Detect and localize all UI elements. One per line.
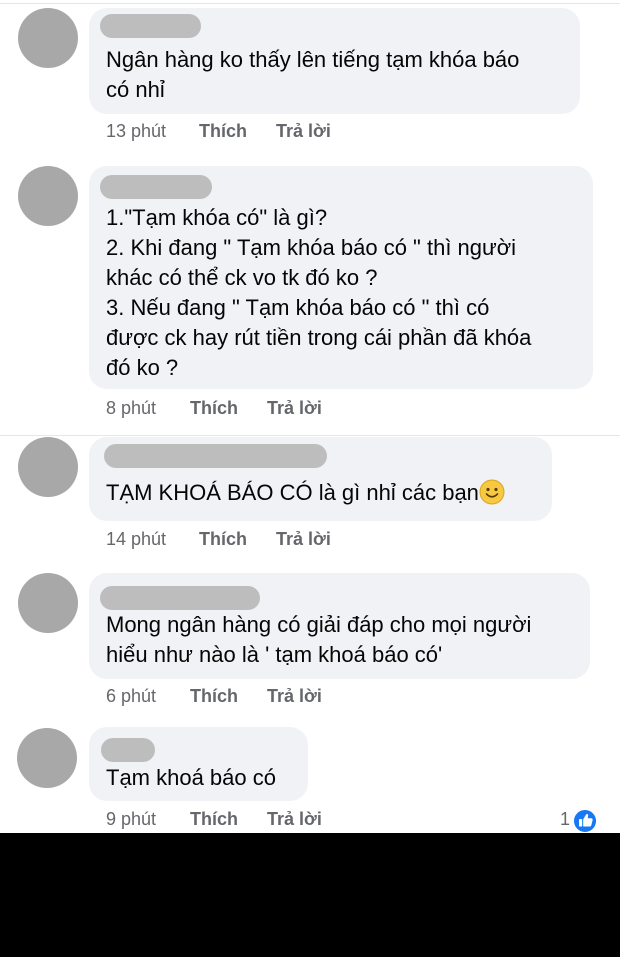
avatar[interactable]: [18, 437, 78, 497]
comment-bubble: Mong ngân hàng có giải đáp cho mọi người…: [89, 573, 590, 679]
comment-time: 6 phút: [106, 686, 157, 706]
comment-bubble: Ngân hàng ko thấy lên tiếng tạm khóa báo…: [89, 8, 580, 114]
avatar[interactable]: [18, 573, 78, 633]
commenter-name-redacted[interactable]: [101, 738, 155, 762]
commenter-name-redacted[interactable]: [100, 14, 201, 38]
comment-time: 9 phút: [106, 809, 157, 829]
reply-button[interactable]: Trả lời: [267, 809, 322, 830]
comment-bubble: TẠM KHOÁ BÁO CÓ là gì nhỉ các bạn: [89, 437, 552, 521]
like-thumbs-up-icon: [572, 808, 598, 833]
avatar[interactable]: [18, 166, 78, 226]
like-button[interactable]: Thích: [190, 809, 238, 830]
divider: [0, 435, 620, 436]
like-button[interactable]: Thích: [199, 121, 247, 142]
reaction-count: 1: [560, 809, 571, 829]
comment-text: Tạm khoá báo có: [106, 765, 276, 790]
commenter-name-redacted[interactable]: [104, 444, 327, 468]
commenter-name-redacted[interactable]: [100, 175, 212, 199]
comment-bubble: 1."Tạm khóa có" là gì? 2. Khi đang " Tạm…: [89, 166, 593, 389]
comment-thread: Ngân hàng ko thấy lên tiếng tạm khóa báo…: [0, 0, 620, 833]
comment-bubble: Tạm khoá báo có: [89, 727, 308, 801]
reply-button[interactable]: Trả lời: [276, 529, 331, 550]
slightly-smiling-face-icon: [479, 479, 505, 505]
comment-time: 13 phút: [106, 121, 167, 141]
comment-text-content: TẠM KHOÁ BÁO CÓ là gì nhỉ các bạn: [106, 480, 479, 505]
avatar[interactable]: [17, 728, 77, 788]
reply-button[interactable]: Trả lời: [267, 686, 322, 707]
commenter-name-redacted[interactable]: [100, 586, 260, 610]
reply-button[interactable]: Trả lời: [267, 398, 322, 419]
like-button[interactable]: Thích: [199, 529, 247, 550]
divider: [0, 3, 620, 4]
comment-time: 14 phút: [106, 529, 167, 549]
comment-time: 8 phút: [106, 398, 157, 418]
like-button[interactable]: Thích: [190, 686, 238, 707]
comment-text: Ngân hàng ko thấy lên tiếng tạm khóa báo…: [106, 47, 520, 102]
reply-button[interactable]: Trả lời: [276, 121, 331, 142]
like-button[interactable]: Thích: [190, 398, 238, 419]
comment-text: Mong ngân hàng có giải đáp cho mọi người…: [106, 612, 532, 667]
comment-text: TẠM KHOÁ BÁO CÓ là gì nhỉ các bạn: [106, 478, 505, 508]
avatar[interactable]: [18, 8, 78, 68]
comment-text: 1."Tạm khóa có" là gì? 2. Khi đang " Tạm…: [106, 205, 532, 380]
